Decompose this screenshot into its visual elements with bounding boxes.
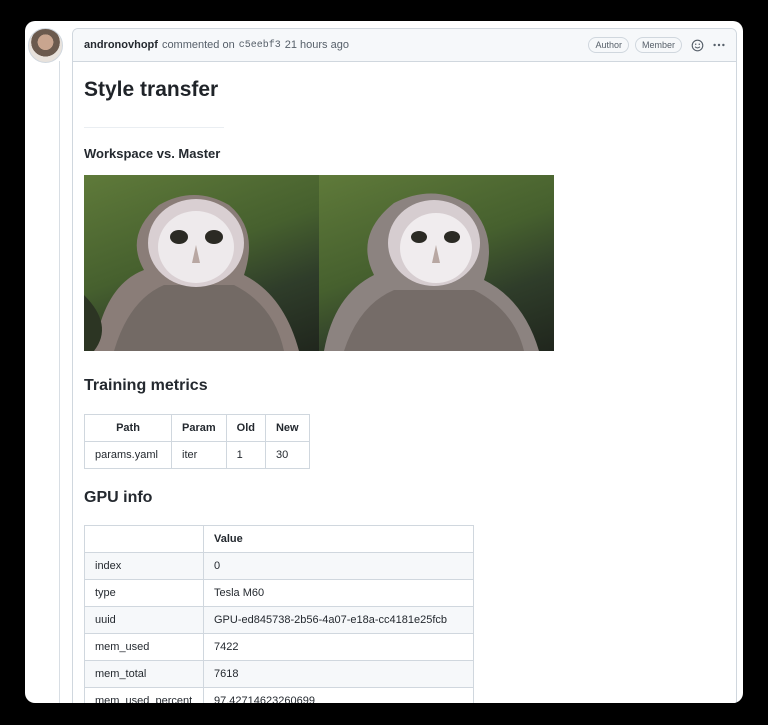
table-cell: iter: [171, 441, 227, 469]
metrics-heading-wrap: Training metrics: [84, 377, 208, 395]
table-cell: 7422: [203, 633, 474, 661]
author-badge: Author: [588, 37, 629, 53]
comment-action: commented on: [161, 39, 235, 51]
table-cell: params.yaml: [84, 441, 172, 469]
metrics-table: Path Param Old New params.yaml iter 1 30: [84, 414, 310, 469]
timeline-line: [59, 61, 60, 703]
images-heading-wrap: Workspace vs. Master: [84, 146, 220, 161]
table-cell: GPU-ed845738-2b56-4a07-e18a-cc4181e25fcb: [203, 606, 474, 634]
table-cell: index: [84, 552, 204, 580]
title-divider: [84, 127, 224, 128]
table-row: mem_total 7618: [84, 660, 474, 688]
comment-author[interactable]: andronovhopf: [84, 39, 158, 51]
metrics-col-path: Path: [84, 414, 172, 442]
table-cell: 30: [264, 441, 310, 469]
workspace-owl-image: [84, 175, 319, 351]
table-row: uuid GPU-ed845738-2b56-4a07-e18a-cc4181e…: [84, 606, 474, 634]
metrics-col-new: New: [264, 414, 310, 442]
table-row: index 0: [84, 552, 474, 580]
table-cell: mem_used_percent: [84, 687, 204, 703]
gpu-heading-wrap: GPU info: [84, 489, 152, 507]
report-title-wrap: Style transfer: [84, 78, 218, 108]
avatar[interactable]: [28, 28, 63, 63]
table-row: type Tesla M60: [84, 579, 474, 607]
table-cell: 7618: [203, 660, 474, 688]
table-header-row: Path Param Old New: [84, 414, 310, 442]
table-row: params.yaml iter 1 30: [84, 441, 310, 469]
table-cell: uuid: [84, 606, 204, 634]
table-row: mem_used 7422: [84, 633, 474, 661]
commit-sha[interactable]: c5eebf3: [239, 40, 281, 51]
table-cell: type: [84, 579, 204, 607]
metrics-col-param: Param: [171, 414, 227, 442]
kebab-menu-icon[interactable]: [712, 38, 726, 52]
master-owl-image: [319, 175, 554, 351]
gpu-col-key: [84, 525, 204, 553]
images-heading: Workspace vs. Master: [84, 146, 221, 161]
metrics-col-old: Old: [225, 414, 266, 442]
gpu-col-value: Value: [203, 525, 474, 553]
table-cell: 0: [203, 552, 474, 580]
table-cell: mem_used: [84, 633, 204, 661]
member-badge: Member: [634, 37, 682, 53]
comparison-image: [84, 175, 554, 351]
gpu-heading: GPU info: [84, 489, 153, 506]
table-cell: 97.42714623260699: [203, 687, 474, 703]
table-cell: Tesla M60: [203, 579, 474, 607]
table-header-row: Value: [84, 525, 474, 553]
comment-header: andronovhopf commented on c5eebf3 21 hou…: [73, 29, 736, 62]
comment-time[interactable]: 21 hours ago: [285, 39, 349, 51]
smiley-icon[interactable]: [690, 38, 704, 52]
gpu-table: Value index 0 type Tesla M60 uuid GPU-ed…: [84, 525, 474, 703]
table-cell: mem_total: [84, 660, 204, 688]
browser-window: andronovhopf commented on c5eebf3 21 hou…: [25, 21, 743, 703]
report-title: Style transfer: [84, 78, 219, 101]
metrics-heading: Training metrics: [84, 377, 208, 394]
table-row: mem_used_percent 97.42714623260699: [84, 687, 474, 703]
table-cell: 1: [225, 441, 266, 469]
comment-box: andronovhopf commented on c5eebf3 21 hou…: [72, 28, 737, 703]
